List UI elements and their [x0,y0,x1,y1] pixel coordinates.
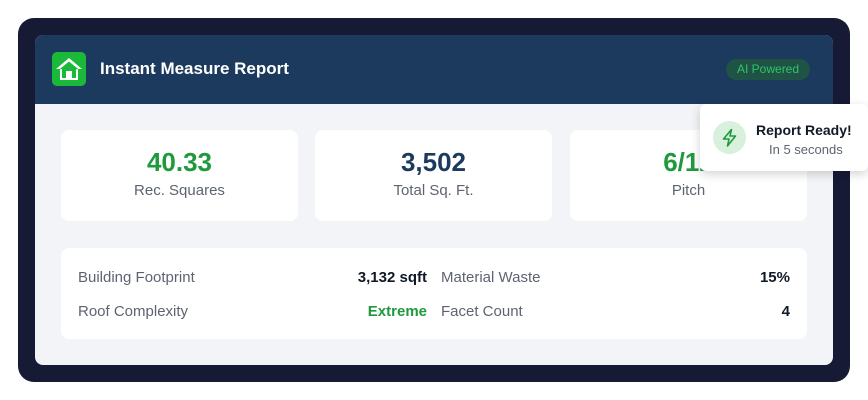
report-ready-toast[interactable]: Report Ready! In 5 seconds [700,104,868,171]
report-card: Instant Measure Report AI Powered 40.33 … [35,35,833,365]
complexity-label: Roof Complexity [78,303,189,320]
lightning-icon [713,121,746,154]
pitch-label: Pitch [671,182,706,199]
toast-subtitle: In 5 seconds [769,142,843,157]
rec-squares-value: 40.33 [146,147,213,177]
waste-value: 15% [759,269,790,286]
facet-value: 4 [781,303,790,320]
widget-frame: Instant Measure Report AI Powered 40.33 … [18,18,850,382]
total-sqft-value: 3,502 [400,147,467,177]
stat-card-sqft: 3,502 Total Sq. Ft. [315,130,552,221]
rec-squares-label: Rec. Squares [134,182,225,199]
footprint-value: 3,132 sqft [357,269,427,286]
details-panel: Building Footprint 3,132 sqft Material W… [61,248,807,339]
ai-powered-badge: AI Powered [726,59,811,80]
footprint-label: Building Footprint [78,269,195,286]
toast-title: Report Ready! [756,122,852,138]
waste-label: Material Waste [441,269,541,286]
stat-card-squares: 40.33 Rec. Squares [61,130,298,221]
facet-label: Facet Count [441,303,523,320]
report-title: Instant Measure Report [100,59,289,78]
report-header: Instant Measure Report AI Powered [35,35,833,104]
total-sqft-label: Total Sq. Ft. [393,182,474,199]
complexity-value: Extreme [367,303,427,320]
house-icon [52,52,86,86]
